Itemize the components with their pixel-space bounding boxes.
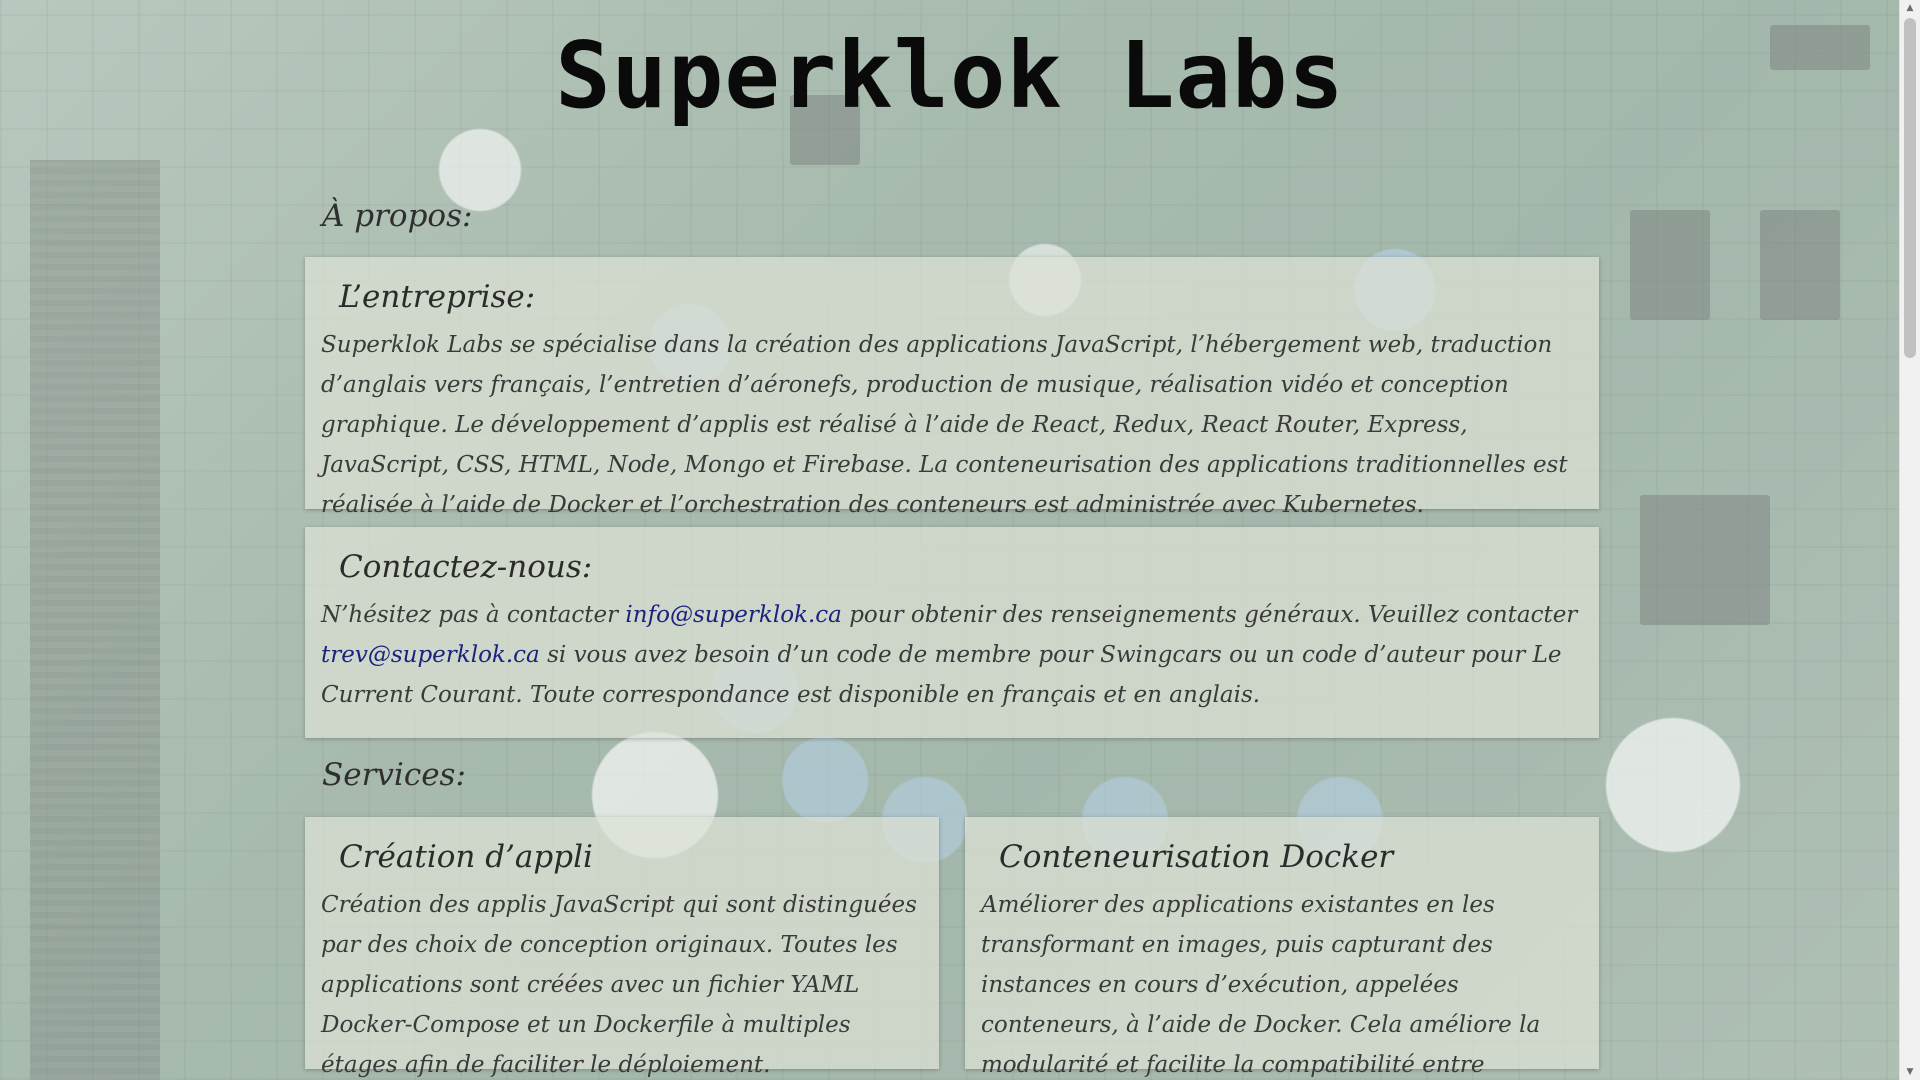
services-heading: Services: (322, 757, 466, 793)
site-title: Superklok Labs (555, 22, 1345, 129)
vertical-scrollbar[interactable]: ▲ ▼ (1899, 0, 1920, 1080)
info-email-link[interactable]: info@superklok.ca (625, 602, 841, 628)
contact-card-title: Contactez-nous: (339, 549, 593, 585)
contact-text-part: N’hésitez pas à contacter (321, 602, 626, 628)
company-card-text: Superklok Labs se spécialise dans la cré… (321, 332, 1568, 518)
service-card-text: Améliorer des applications existantes en… (981, 892, 1541, 1078)
service-card-docker: Conteneurisation Docker Améliorer des ap… (965, 817, 1599, 1078)
scroll-down-icon[interactable]: ▼ (1900, 1064, 1920, 1080)
service-card-title: Création d’appli (339, 839, 593, 875)
company-card-title: L’entreprise: (339, 279, 536, 315)
scroll-thumb[interactable] (1904, 18, 1916, 358)
service-card-title: Conteneurisation Docker (999, 839, 1394, 875)
scroll-up-icon[interactable]: ▲ (1900, 0, 1920, 16)
company-card: L’entreprise: Superklok Labs se spéciali… (305, 257, 1599, 518)
page: Superklok Labs À propos: L’entreprise: S… (0, 0, 1900, 1080)
contact-card-text: N’hésitez pas à contacter info@superklok… (321, 595, 1583, 715)
about-heading: À propos: (322, 198, 473, 234)
contact-text-part: pour obtenir des renseignements généraux… (841, 602, 1578, 628)
contact-card: Contactez-nous: N’hésitez pas à contacte… (305, 527, 1599, 738)
service-card-text: Création des applis JavaScript qui sont … (321, 892, 917, 1078)
service-card-app: Création d’appli Création des applis Jav… (305, 817, 939, 1078)
trev-email-link[interactable]: trev@superklok.ca (321, 642, 540, 668)
